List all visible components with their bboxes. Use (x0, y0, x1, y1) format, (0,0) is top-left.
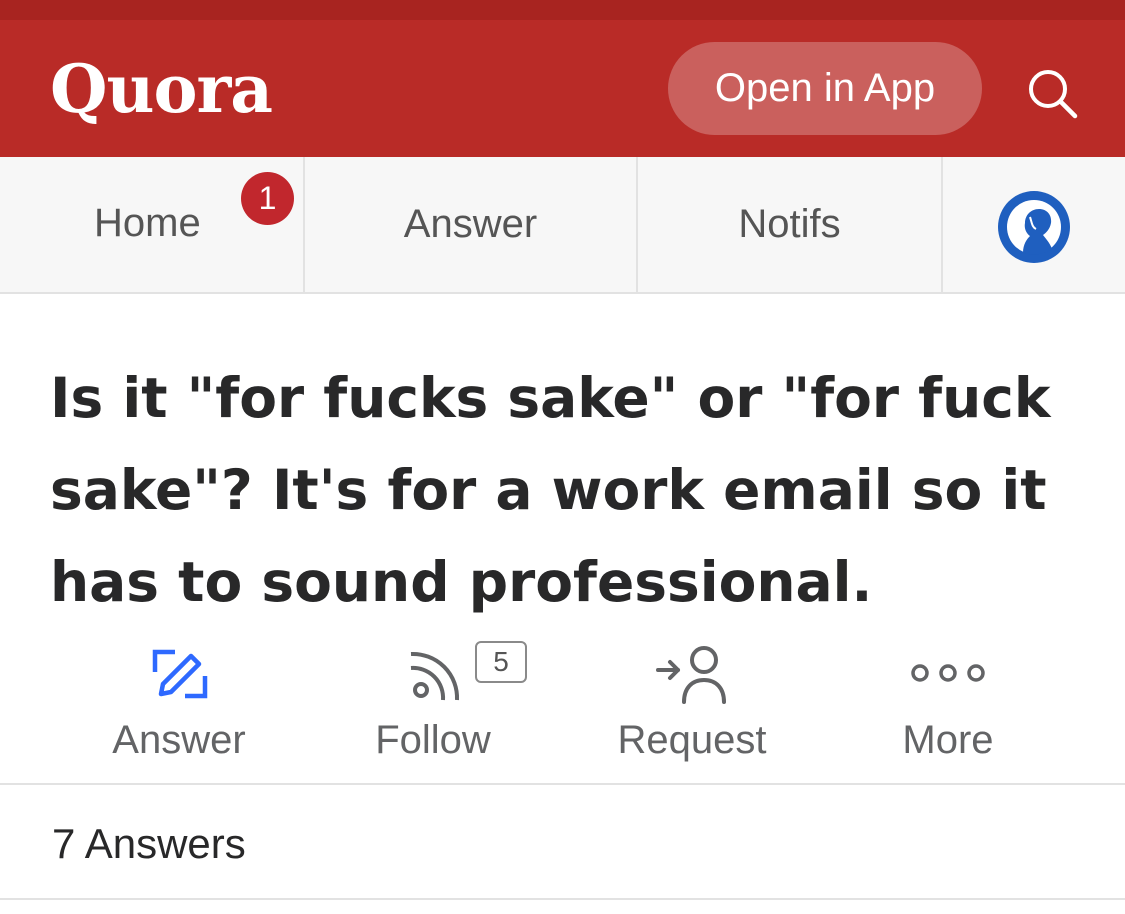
more-action-label: More (902, 718, 994, 762)
nav-bar: Home Answer Notifs (0, 157, 1125, 294)
rss-follow-icon (410, 651, 460, 701)
nav-tab-answer[interactable]: Answer (303, 157, 636, 292)
avatar-icon[interactable] (996, 189, 1072, 265)
quora-logo[interactable]: Quora (50, 56, 273, 122)
answer-count-heading: 7 Answers (52, 820, 246, 867)
nav-tab-notifs[interactable]: Notifs (636, 157, 941, 292)
answer-action-label: Answer (112, 718, 246, 762)
request-action-label: Request (617, 718, 767, 762)
search-icon[interactable] (1022, 63, 1082, 123)
open-in-app-button[interactable]: Open in App (668, 42, 982, 135)
nav-answer-label: Answer (403, 202, 538, 246)
divider (0, 898, 1125, 900)
question-title[interactable]: Is it "for fucks sake" or "for fuck sake… (50, 352, 1080, 628)
more-dots-icon (911, 664, 985, 682)
answer-action-button[interactable]: Answer (59, 630, 299, 780)
request-action-button[interactable]: Request (572, 630, 812, 780)
request-user-icon (656, 646, 726, 704)
follow-action-label: Follow (375, 718, 491, 762)
follow-count-badge: 5 (475, 641, 527, 683)
nav-home-label: Home (94, 201, 201, 245)
more-action-button[interactable]: More (828, 630, 1068, 780)
edit-pencil-icon (152, 649, 208, 699)
top-header: Quora Open in App (0, 0, 1125, 157)
nav-notifs-label: Notifs (738, 202, 841, 246)
question-action-bar: Answer Follow Request More (0, 630, 1125, 785)
home-notification-badge: 1 (241, 172, 294, 225)
